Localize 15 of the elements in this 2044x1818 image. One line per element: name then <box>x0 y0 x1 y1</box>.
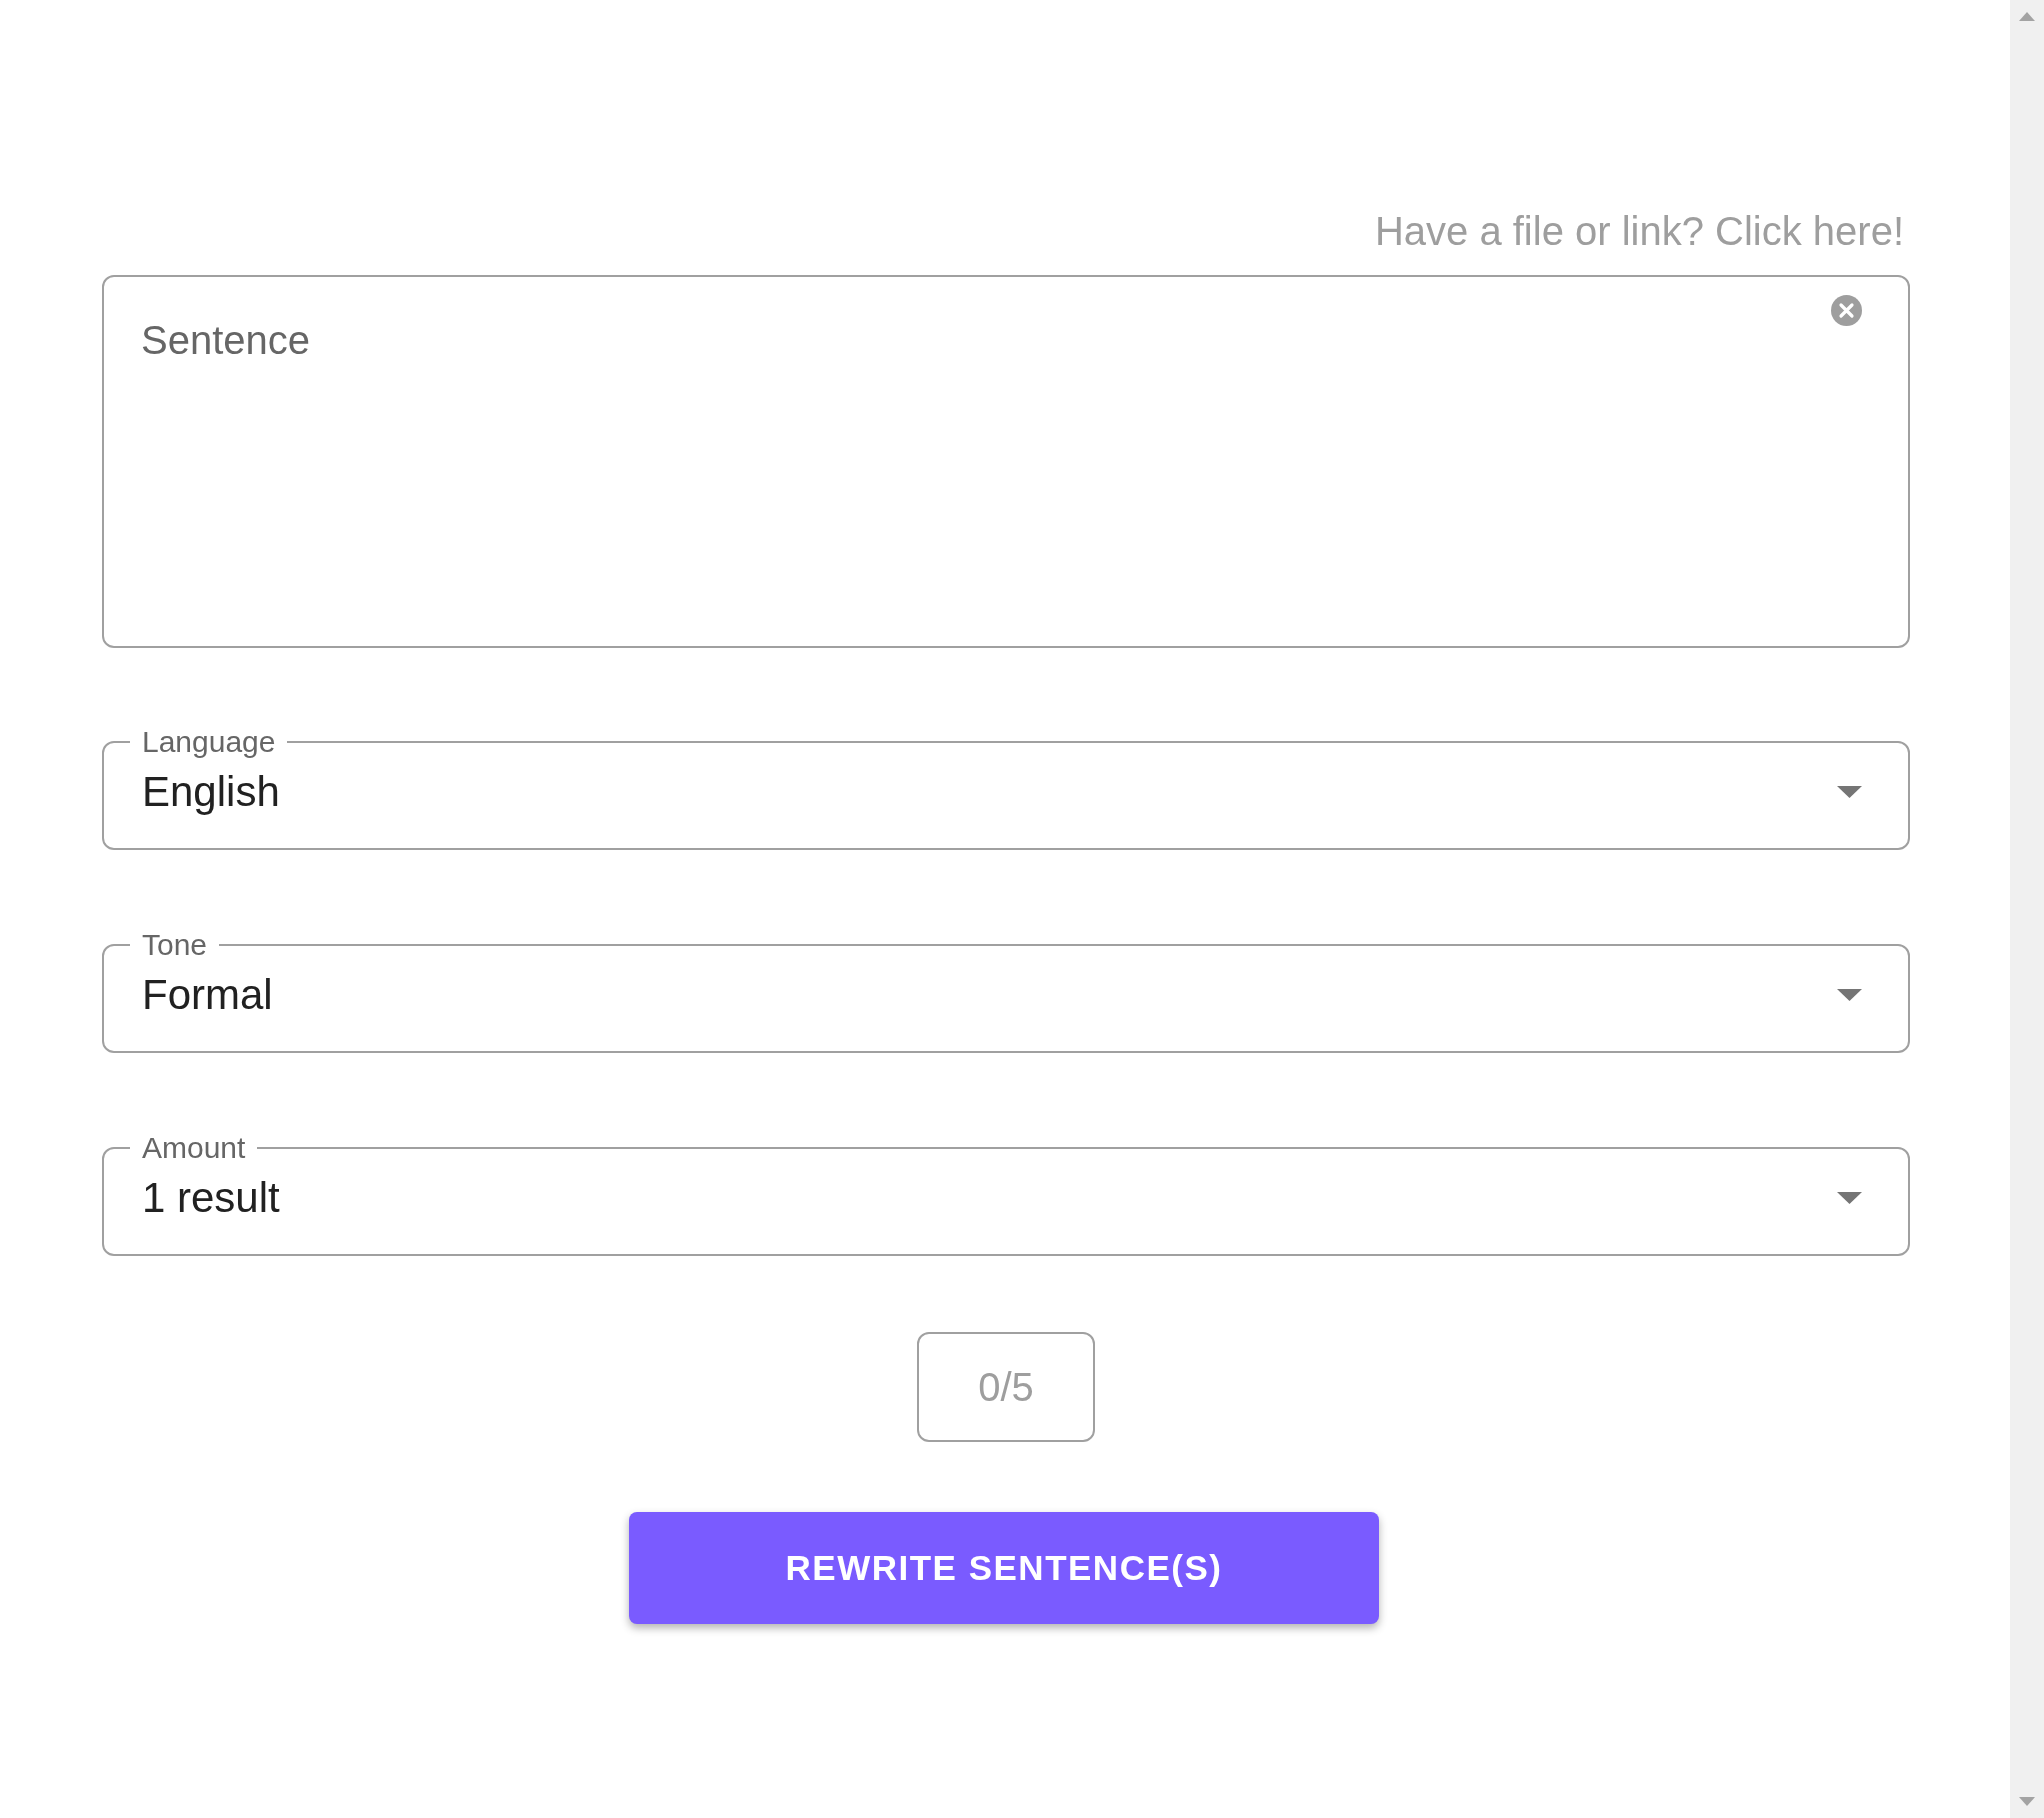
usage-counter: 0/5 <box>917 1332 1095 1442</box>
scroll-down-arrow-icon[interactable] <box>2019 1797 2035 1806</box>
clear-icon[interactable] <box>1831 295 1862 326</box>
selected-value: 1 result <box>142 1173 280 1223</box>
rewrite-button[interactable]: REWRITE SENTENCE(S) <box>629 1512 1379 1624</box>
scroll-up-arrow-icon[interactable] <box>2019 12 2035 21</box>
field-label: Tone <box>141 927 209 963</box>
caret-down-icon <box>1837 989 1862 1001</box>
field-label: Amount <box>141 1130 247 1166</box>
selected-value: Formal <box>142 970 273 1020</box>
selected-value: English <box>142 767 280 817</box>
caret-down-icon <box>1837 1192 1862 1204</box>
caret-down-icon <box>1837 786 1862 798</box>
sentence-input[interactable]: Sentence <box>102 275 1910 648</box>
field-label: Language <box>141 724 277 760</box>
